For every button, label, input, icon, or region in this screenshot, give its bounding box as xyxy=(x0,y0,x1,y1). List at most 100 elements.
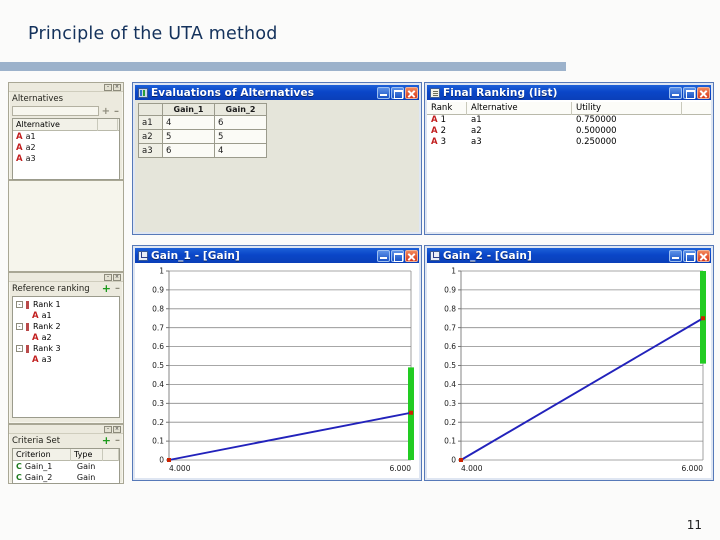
criteria-set-panel: – × Criteria Set + – Criterion Type C Ga… xyxy=(8,424,124,484)
gain1-window[interactable]: Gain_1 - [Gain] 1 0.9 0.8 0.7 0.6 0.5 0.4 0.3 0.… xyxy=(132,245,422,481)
rank-cell: A2 xyxy=(427,126,467,137)
final-ranking-header-row: Rank Alternative Utility xyxy=(427,101,711,115)
list-item[interactable]: A a3 xyxy=(13,153,119,164)
final-ranking-list[interactable]: Rank Alternative Utility A1 a1 0.750000 … xyxy=(427,100,711,148)
svg-text:4.000: 4.000 xyxy=(461,464,483,473)
list-item[interactable]: C Gain_1 Gain xyxy=(13,461,119,472)
criteria-list[interactable]: Criterion Type C Gain_1 Gain C Gain_2 Ga… xyxy=(12,448,120,484)
minimize-button[interactable] xyxy=(669,86,682,99)
add-rank-button[interactable]: + xyxy=(102,283,111,294)
column-header-gain2: Gain_2 xyxy=(214,103,267,116)
expander-icon[interactable]: - xyxy=(16,323,23,330)
minimize-button[interactable] xyxy=(377,86,390,99)
table-row[interactable]: A2 a2 0.500000 xyxy=(427,126,711,137)
expander-icon[interactable]: - xyxy=(16,301,23,308)
criterion-type: Gain xyxy=(76,462,96,471)
cell-a1-gain2[interactable]: 6 xyxy=(214,115,267,130)
table-row[interactable]: a2 5 5 xyxy=(138,129,267,144)
alternative-icon: A xyxy=(32,332,39,343)
evaluations-window[interactable]: Evaluations of Alternatives Gain_1 Gain_… xyxy=(132,82,422,235)
reference-ranking-tree[interactable]: - Rank 1 A a1 - Rank 2 A a2 - Rank 3 A a… xyxy=(12,296,120,418)
panel-close-button[interactable]: × xyxy=(113,273,121,281)
maximize-button[interactable] xyxy=(683,86,696,99)
maximize-button[interactable] xyxy=(683,249,696,262)
table-row[interactable]: a1 4 6 xyxy=(138,115,267,130)
list-item[interactable]: C Gain_2 Gain xyxy=(13,472,119,483)
final-ranking-window-body: Rank Alternative Utility A1 a1 0.750000 … xyxy=(427,100,711,232)
svg-text:1: 1 xyxy=(159,267,164,276)
table-row[interactable]: A3 a3 0.250000 xyxy=(427,137,711,148)
panel-close-button[interactable]: × xyxy=(113,83,121,91)
panel-minimize-button[interactable]: – xyxy=(104,273,112,281)
cell-a3-gain2[interactable]: 4 xyxy=(214,143,267,158)
grid-icon xyxy=(138,87,148,98)
rank-value: 1 xyxy=(440,115,447,125)
close-button[interactable] xyxy=(697,249,710,262)
maximize-button[interactable] xyxy=(391,86,404,99)
remove-alternative-button[interactable]: – xyxy=(114,107,119,117)
list-item[interactable]: A a1 xyxy=(13,131,119,142)
evaluations-table[interactable]: Gain_1 Gain_2 a1 4 6 a2 5 5 a3 6 4 xyxy=(138,103,267,158)
close-button[interactable] xyxy=(405,86,418,99)
alternative-label: a1 xyxy=(41,311,52,320)
list-item[interactable]: A a2 xyxy=(13,142,119,153)
cell-a2-gain1[interactable]: 5 xyxy=(162,129,215,144)
gain1-titlebar[interactable]: Gain_1 - [Gain] xyxy=(135,248,419,263)
alternatives-list[interactable]: Alternative A a1 A a2 A a3 xyxy=(12,118,120,180)
gain1-window-title: Gain_1 - [Gain] xyxy=(151,249,240,262)
gain2-chart: 1 0.9 0.8 0.7 0.6 0.5 0.4 0.3 0.2 0.1 0 4.000 6.000 xyxy=(427,263,711,478)
svg-text:0.2: 0.2 xyxy=(444,418,456,427)
final-ranking-titlebar[interactable]: Final Ranking (list) xyxy=(427,85,711,100)
gain2-window[interactable]: Gain_2 - [Gain] 1 0.9 0.8 0.7 0.6 0.5 0.4 0.3 0.… xyxy=(424,245,714,481)
row-header-a3: a3 xyxy=(138,143,163,158)
svg-text:0: 0 xyxy=(159,456,164,465)
add-criterion-button[interactable]: + xyxy=(102,435,111,446)
close-button[interactable] xyxy=(405,249,418,262)
minimize-button[interactable] xyxy=(377,249,390,262)
remove-rank-button[interactable]: – xyxy=(115,284,120,294)
table-row[interactable]: a3 6 4 xyxy=(138,143,267,158)
add-alternative-button[interactable]: + xyxy=(102,107,110,117)
remove-criterion-button[interactable]: – xyxy=(115,436,120,446)
alternative-cell: a2 xyxy=(471,126,482,136)
panel-close-button[interactable]: × xyxy=(113,425,121,433)
evaluations-titlebar[interactable]: Evaluations of Alternatives xyxy=(135,85,419,100)
alternative-icon: A xyxy=(16,131,23,142)
panel-minimize-button[interactable]: – xyxy=(104,425,112,433)
minimize-button[interactable] xyxy=(669,249,682,262)
maximize-button[interactable] xyxy=(391,249,404,262)
cell-a2-gain2[interactable]: 5 xyxy=(214,129,267,144)
alternatives-panel-header: Alternatives xyxy=(9,92,123,106)
cell-a1-gain1[interactable]: 4 xyxy=(162,115,215,130)
tree-child-alternative[interactable]: A a3 xyxy=(16,354,119,365)
alternative-icon: A xyxy=(431,126,438,136)
column-header-utility: Utility xyxy=(572,101,682,115)
table-row[interactable]: A1 a1 0.750000 xyxy=(427,115,711,126)
svg-text:0.6: 0.6 xyxy=(444,342,456,351)
svg-text:0.1: 0.1 xyxy=(152,437,164,446)
reference-panel-window-controls: – × xyxy=(9,273,123,282)
svg-text:0.5: 0.5 xyxy=(444,361,456,370)
tree-child-alternative[interactable]: A a2 xyxy=(16,332,119,343)
panel-minimize-button[interactable]: – xyxy=(104,83,112,91)
final-ranking-window[interactable]: Final Ranking (list) Rank Alternative Ut… xyxy=(424,82,714,235)
cell-a3-gain1[interactable]: 6 xyxy=(162,143,215,158)
rank-icon xyxy=(26,300,29,309)
expander-icon[interactable]: - xyxy=(16,345,23,352)
row-header-a1: a1 xyxy=(138,115,163,130)
alternative-name-input[interactable] xyxy=(12,106,99,116)
rank-label: Rank 3 xyxy=(33,344,61,353)
svg-text:0.3: 0.3 xyxy=(152,399,164,408)
tree-node-rank[interactable]: - Rank 1 xyxy=(16,299,119,310)
utility-cell: 0.500000 xyxy=(576,126,617,136)
close-button[interactable] xyxy=(697,86,710,99)
rank-cell: A1 xyxy=(427,115,467,126)
tree-node-rank[interactable]: - Rank 3 xyxy=(16,343,119,354)
alternatives-panel-title: Alternatives xyxy=(12,94,64,104)
column-header-rank: Rank xyxy=(427,101,467,115)
tree-node-rank[interactable]: - Rank 2 xyxy=(16,321,119,332)
svg-text:0: 0 xyxy=(451,456,456,465)
gain2-titlebar[interactable]: Gain_2 - [Gain] xyxy=(427,248,711,263)
utility-cell: 0.250000 xyxy=(576,137,617,147)
tree-child-alternative[interactable]: A a1 xyxy=(16,310,119,321)
